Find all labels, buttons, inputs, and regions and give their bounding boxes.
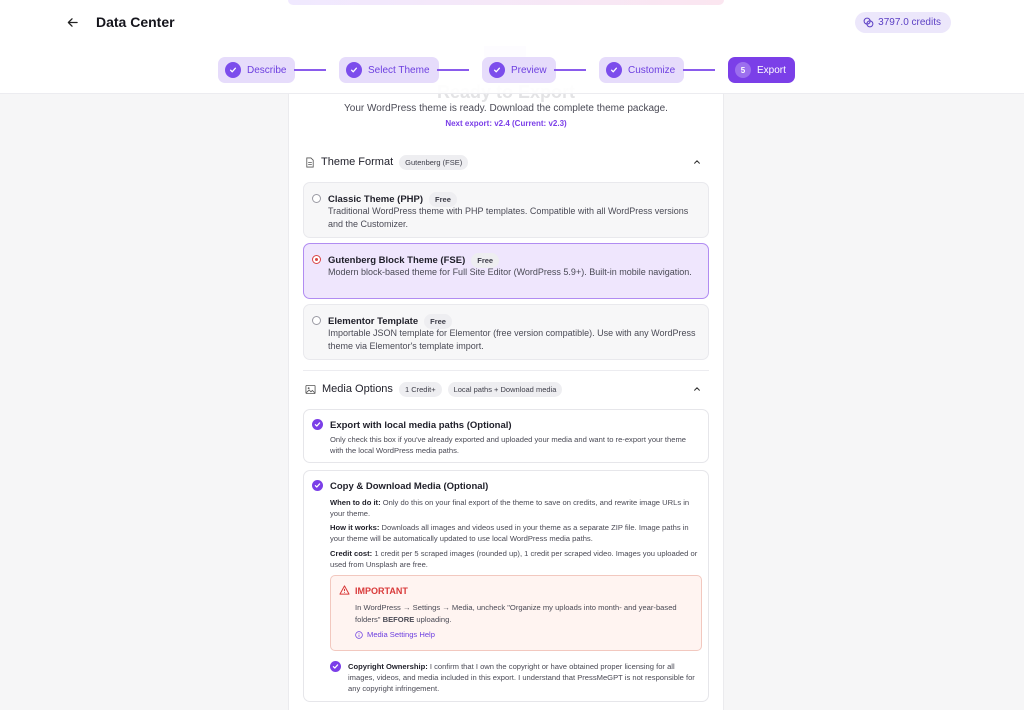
important-notice: IMPORTANT In WordPress → Settings → Medi… [330, 575, 702, 651]
check-circle-icon [489, 62, 505, 78]
radio-button[interactable] [312, 194, 321, 203]
label: When to do it: [330, 498, 381, 507]
decorative-strip [288, 0, 724, 5]
back-button[interactable] [64, 14, 80, 30]
local-paths-description: Only check this box if you've already ex… [330, 435, 687, 455]
arrow-left-icon [67, 17, 78, 27]
step-connector [683, 69, 715, 71]
step-connector [554, 69, 586, 71]
download-media-checkbox[interactable] [312, 480, 323, 491]
export-subtitle: Your WordPress theme is ready. Download … [344, 103, 668, 114]
credit-tag: 1 Credit+ [398, 381, 442, 397]
info-icon [355, 630, 363, 639]
step-customize[interactable]: Customize [599, 57, 685, 83]
local-paths-title: Export with local media paths (Optional) [330, 420, 512, 431]
download-media-option: Copy & Download Media (Optional) When to… [303, 470, 709, 702]
local-paths-checkbox[interactable] [312, 419, 323, 430]
step-label: Select Theme [368, 64, 430, 76]
warning-triangle-icon [339, 585, 350, 595]
option-description: Traditional WordPress theme with PHP tem… [328, 206, 689, 229]
option-gutenberg-theme[interactable]: Gutenberg Block Theme (FSE) Free Modern … [303, 243, 709, 299]
file-icon [306, 157, 314, 167]
label: Credit cost: [330, 549, 373, 558]
checkmark-icon [314, 422, 321, 427]
label: Copyright Ownership: [348, 662, 428, 671]
export-panel: Ready to Export Your WordPress theme is … [288, 82, 724, 710]
option-description: Modern block-based theme for Full Site E… [328, 267, 692, 277]
step-connector [437, 69, 469, 71]
local-paths-option: Export with local media paths (Optional)… [303, 409, 709, 463]
radio-button[interactable] [312, 316, 321, 325]
credits-value: 3797.0 credits [878, 17, 941, 28]
stepper: Describe Select Theme Preview Customize … [0, 46, 1024, 94]
important-title: IMPORTANT [355, 586, 408, 596]
credits-badge[interactable]: 3797.0 credits [855, 12, 951, 33]
option-elementor-template[interactable]: Elementor Template Free Importable JSON … [303, 304, 709, 360]
theme-format-tag: Gutenberg (FSE) [399, 154, 469, 170]
mode-tag: Local paths + Download media [447, 381, 563, 397]
version-note: Next export: v2.4 (Current: v2.3) [445, 119, 567, 128]
text: Only do this on your final export of the… [330, 498, 690, 518]
check-circle-icon [606, 62, 622, 78]
page-title: Data Center [96, 14, 175, 30]
checkmark-icon [332, 664, 339, 669]
chevron-up-icon[interactable] [693, 385, 701, 393]
step-label: Preview [511, 64, 547, 76]
download-media-title: Copy & Download Media (Optional) [330, 481, 489, 492]
step-export[interactable]: 5 Export [728, 57, 795, 83]
emphasis: BEFORE [382, 615, 415, 624]
link-text: Media Settings Help [367, 630, 435, 639]
theme-format-header[interactable]: Theme Format Gutenberg (FSE) [305, 153, 709, 171]
option-name: Gutenberg Block Theme (FSE) [328, 255, 466, 266]
important-text: In WordPress → Settings → Media, uncheck… [355, 602, 685, 626]
check-circle-icon [225, 62, 241, 78]
option-name: Elementor Template [328, 316, 419, 327]
option-classic-theme[interactable]: Classic Theme (PHP) Free Traditional Wor… [303, 182, 709, 238]
top-bar: Data Center 3797.0 credits [0, 0, 1024, 46]
copyright-checkbox[interactable] [330, 661, 341, 672]
step-label: Describe [247, 64, 287, 76]
when-to-do-it: When to do it: Only do this on your fina… [330, 497, 700, 519]
step-label: Export [757, 64, 786, 76]
copyright-ownership: Copyright Ownership: I confirm that I ow… [348, 661, 702, 694]
check-circle-icon [346, 62, 362, 78]
step-preview[interactable]: Preview [482, 57, 556, 83]
step-connector [294, 69, 326, 71]
text: uploading. [414, 615, 452, 624]
option-description: Importable JSON template for Elementor (… [328, 328, 696, 351]
radio-button-selected[interactable] [312, 255, 321, 264]
label: How it works: [330, 523, 380, 532]
section-divider [303, 370, 709, 371]
media-options-header[interactable]: Media Options 1 Credit+ Local paths + Do… [305, 380, 709, 398]
chevron-up-icon[interactable] [693, 158, 701, 166]
step-select-theme[interactable]: Select Theme [339, 57, 439, 83]
checkmark-icon [314, 483, 321, 488]
option-name: Classic Theme (PHP) [328, 194, 424, 205]
step-describe[interactable]: Describe [218, 57, 296, 83]
text: 1 credit per 5 scraped images (rounded u… [330, 549, 698, 569]
image-icon [305, 384, 316, 394]
credit-cost: Credit cost: 1 credit per 5 scraped imag… [330, 548, 700, 570]
coins-icon [863, 17, 874, 28]
section-title: Media Options [322, 383, 393, 395]
step-label: Customize [628, 64, 676, 76]
section-title: Theme Format [321, 156, 394, 168]
media-settings-help-link[interactable]: Media Settings Help [355, 630, 435, 639]
text: Downloads all images and videos used in … [330, 523, 689, 543]
step-number: 5 [735, 62, 751, 78]
how-it-works: How it works: Downloads all images and v… [330, 522, 700, 544]
